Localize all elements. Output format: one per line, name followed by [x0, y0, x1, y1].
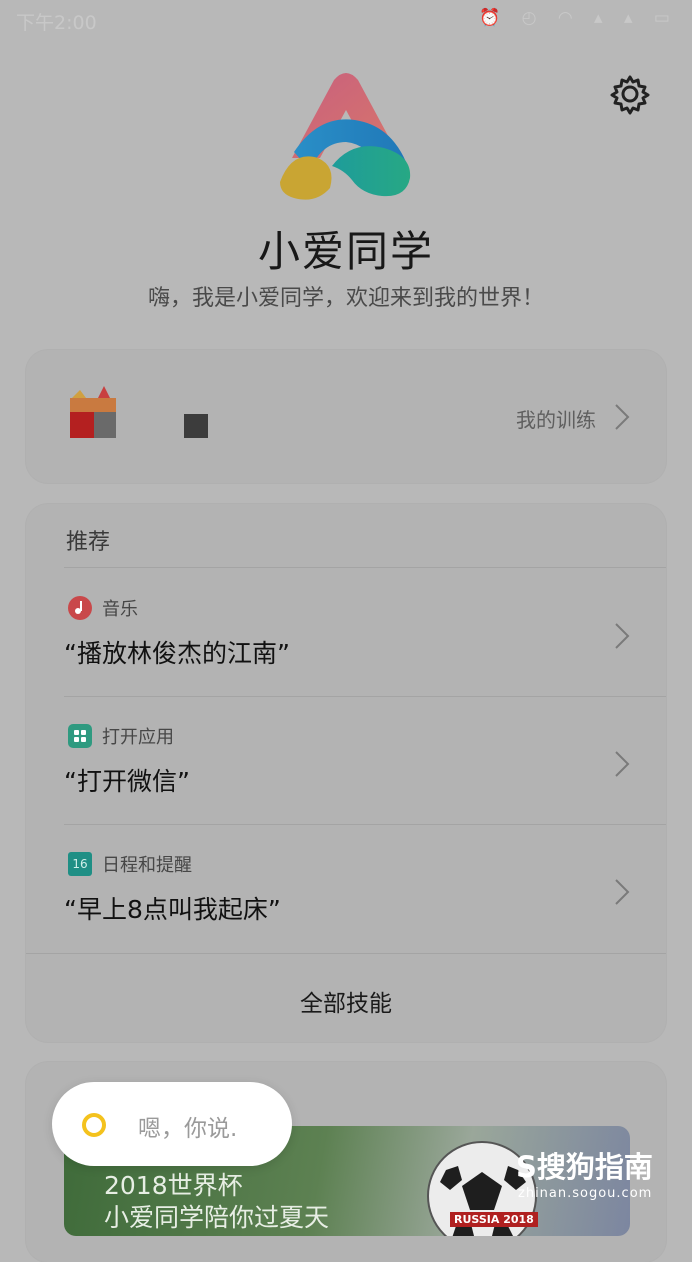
music-icon [68, 596, 92, 620]
chevron-right-icon [615, 751, 630, 777]
calendar-icon: 16 [68, 852, 92, 876]
status-icons: ⏰ ◴ ◠ ▴ ▴ ▭ [479, 8, 678, 28]
category-label: 打开应用 [102, 727, 174, 748]
apps-icon [68, 724, 92, 748]
training-card[interactable]: 我的训练 [26, 350, 666, 483]
category-label: 日程和提醒 [102, 855, 192, 876]
command-text: “早上8点叫我起床” [64, 895, 281, 924]
gear-icon [610, 75, 650, 115]
listening-indicator-icon [82, 1113, 106, 1137]
app-title: 小爱同学 [257, 227, 434, 276]
command-text: “播放林俊杰的江南” [64, 639, 290, 668]
recommend-card: 推荐 音乐 “播放林俊杰的江南” 打开应用 “打开微信” 16 日程和提醒 “早… [26, 504, 666, 1042]
chevron-right-icon [615, 879, 630, 905]
app-logo [272, 70, 420, 204]
banner-subtitle: 小爱同学陪你过夏天 [104, 1203, 330, 1232]
recommend-item-schedule[interactable]: 16 日程和提醒 “早上8点叫我起床” [26, 824, 666, 952]
calendar-icon-day: 16 [72, 857, 88, 871]
chevron-right-icon [615, 623, 630, 649]
sogou-watermark: S搜狗指南 zhinan.sogou.com [516, 1144, 686, 1208]
app-subtitle: 嗨，我是小爱同学，欢迎来到我的世界！ [147, 286, 544, 311]
settings-button[interactable] [608, 72, 652, 116]
all-skills-button[interactable]: 全部技能 [26, 984, 666, 1018]
status-time: 下午2:00 [16, 12, 97, 34]
my-training-label: 我的训练 [516, 408, 596, 432]
training-placeholder [184, 414, 208, 438]
chevron-right-icon [615, 404, 630, 430]
status-bar: 下午2:00 ⏰ ◴ ◠ ▴ ▴ ▭ [0, 0, 692, 38]
category-label: 音乐 [102, 599, 138, 620]
divider [26, 953, 666, 954]
command-text: “打开微信” [64, 767, 190, 796]
voice-bubble[interactable]: 嗯，你说. [52, 1082, 292, 1166]
voice-prompt-text: 嗯，你说. [138, 1116, 238, 1142]
banner-tag: RUSSIA 2018 [450, 1212, 538, 1227]
watermark-url: zhinan.sogou.com [518, 1186, 653, 1201]
training-avatar [68, 384, 118, 440]
recommend-item-music[interactable]: 音乐 “播放林俊杰的江南” [26, 568, 666, 696]
watermark-logo: S搜狗指南 [516, 1150, 653, 1184]
recommend-header: 推荐 [66, 530, 111, 555]
banner-title: 2018世界杯 [104, 1171, 243, 1200]
recommend-item-open-app[interactable]: 打开应用 “打开微信” [26, 696, 666, 824]
